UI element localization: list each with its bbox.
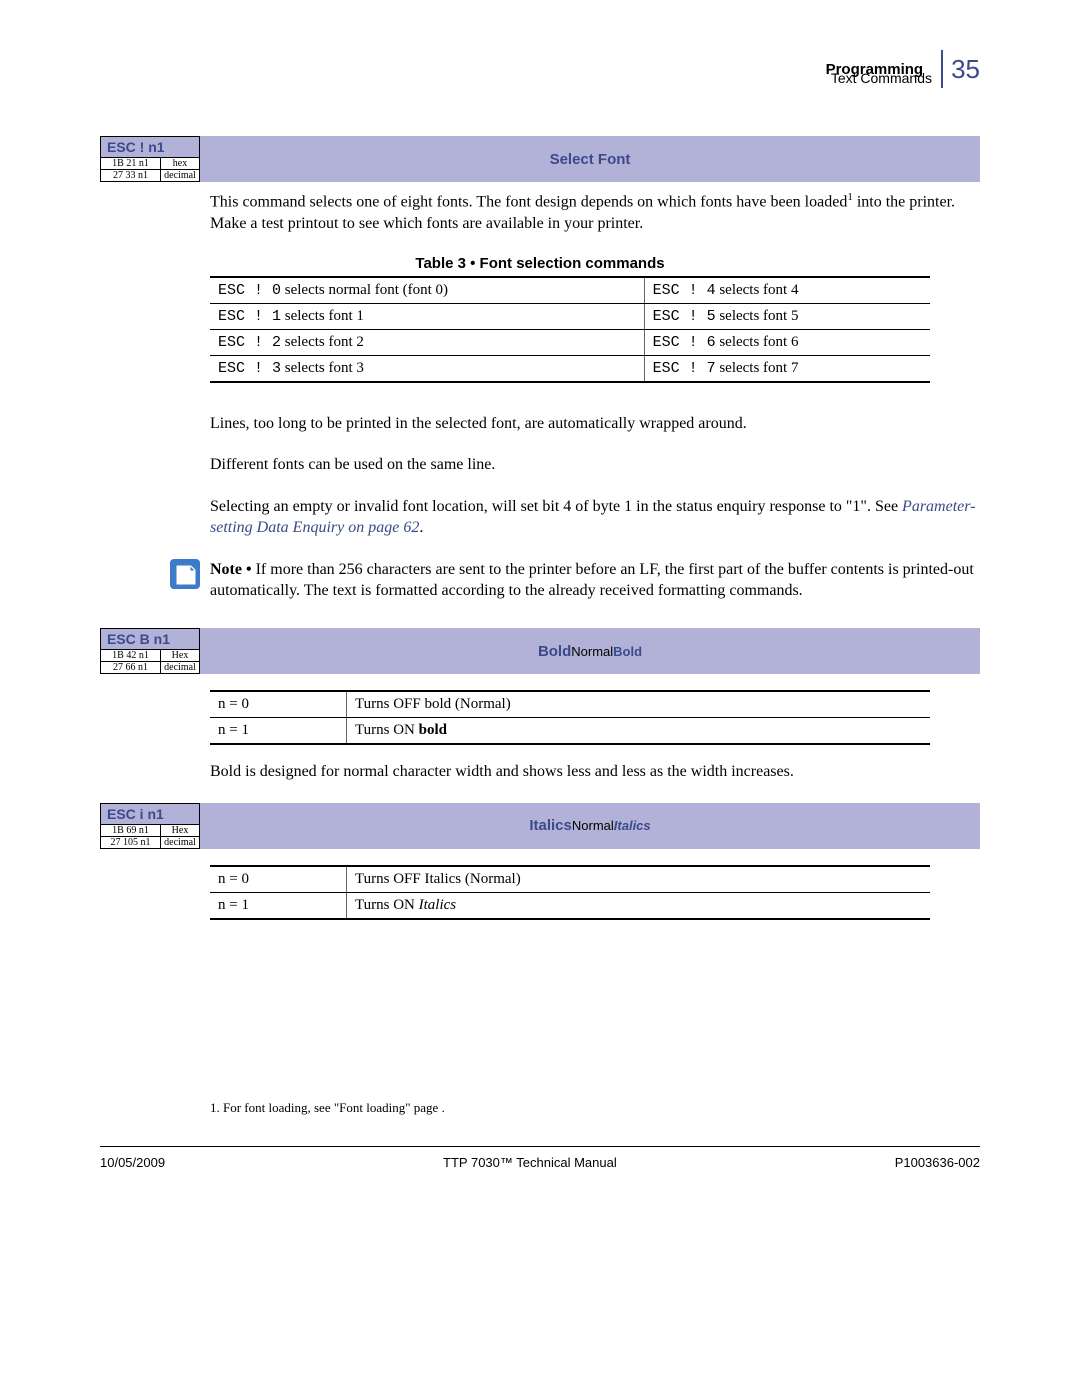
body-paragraph: Lines, too long to be printed in the sel… bbox=[210, 413, 980, 435]
command-code-box: ESC B n1 1B 42 n1Hex 27 66 n1decimal bbox=[100, 628, 200, 674]
table-caption: Table 3 • Font selection commands bbox=[100, 255, 980, 272]
page-number: 35 bbox=[951, 54, 980, 85]
body-paragraph: Selecting an empty or invalid font locat… bbox=[210, 496, 980, 539]
body-paragraph: Bold is designed for normal character wi… bbox=[210, 761, 980, 783]
footer-title: TTP 7030™ Technical Manual bbox=[443, 1155, 617, 1170]
body-paragraph: Different fonts can be used on the same … bbox=[210, 454, 980, 476]
body-paragraph: This command selects one of eight fonts.… bbox=[210, 190, 980, 235]
footer-docid: P1003636-002 bbox=[895, 1155, 980, 1170]
note-icon bbox=[170, 559, 200, 589]
command-bold: ESC B n1 1B 42 n1Hex 27 66 n1decimal Bol… bbox=[100, 628, 980, 674]
italics-table: n = 0Turns OFF Italics (Normal) n = 1Tur… bbox=[210, 865, 930, 920]
command-title: BoldNormal Bold bbox=[200, 628, 980, 674]
command-code-box: ESC i n1 1B 69 n1Hex 27 105 n1decimal bbox=[100, 803, 200, 849]
bold-table: n = 0Turns OFF bold (Normal) n = 1Turns … bbox=[210, 690, 930, 745]
page-footer: 10/05/2009 TTP 7030™ Technical Manual P1… bbox=[100, 1146, 980, 1170]
footnote: 1. For font loading, see "Font loading" … bbox=[210, 1100, 980, 1116]
command-italics: ESC i n1 1B 69 n1Hex 27 105 n1decimal It… bbox=[100, 803, 980, 849]
command-name: ESC ! n1 bbox=[101, 137, 199, 158]
page-header: Programming 35 Text Commands bbox=[100, 50, 980, 86]
command-title: ItalicsNormal Italics bbox=[200, 803, 980, 849]
footer-date: 10/05/2009 bbox=[100, 1155, 165, 1170]
command-select-font: ESC ! n1 1B 21 n1hex 27 33 n1decimal Sel… bbox=[100, 136, 980, 182]
font-selection-table: ESC ! 0 selects normal font (font 0) ESC… bbox=[210, 276, 930, 383]
command-name: ESC B n1 bbox=[101, 629, 199, 650]
command-name: ESC i n1 bbox=[101, 804, 199, 825]
header-divider bbox=[941, 50, 943, 88]
command-title: Select Font bbox=[200, 136, 980, 182]
command-code-box: ESC ! n1 1B 21 n1hex 27 33 n1decimal bbox=[100, 136, 200, 182]
note-block: Note • If more than 256 characters are s… bbox=[170, 559, 980, 602]
subsection-title: Text Commands bbox=[100, 70, 980, 86]
